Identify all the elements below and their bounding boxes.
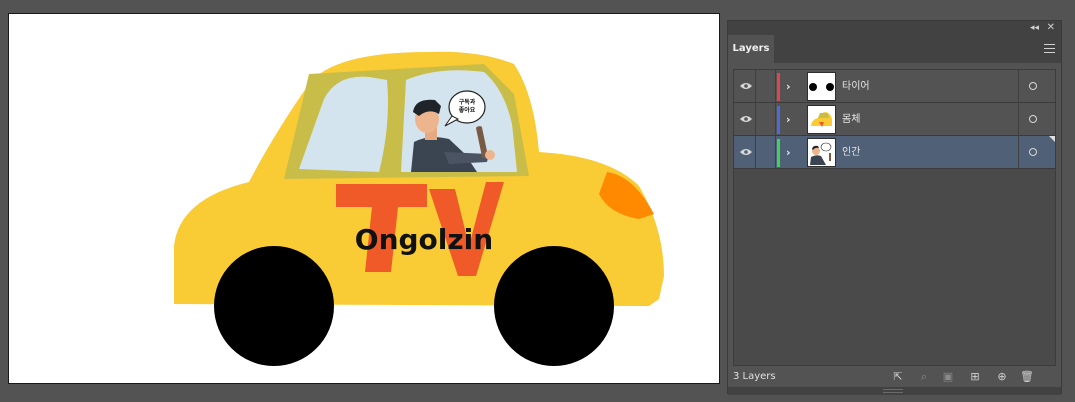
visibility-toggle[interactable] — [736, 70, 756, 103]
layer-thumbnail — [807, 72, 836, 101]
tab-layers[interactable]: Layers — [728, 35, 774, 63]
trash-icon[interactable]: 🗑 — [1020, 370, 1034, 384]
new-sublayer-icon[interactable]: ⊞ — [968, 370, 982, 384]
new-layer-icon[interactable]: ⊕ — [995, 370, 1009, 384]
layer-list: › 타이어 › 몸체 › 인간 — [733, 69, 1056, 366]
selection-corner-marker — [1049, 136, 1055, 142]
eye-icon — [740, 83, 752, 89]
speech-bubble-text: 구독과 — [459, 98, 476, 106]
chevron-right-icon[interactable]: › — [786, 103, 791, 136]
search-icon[interactable]: ⌕ — [917, 370, 931, 384]
visibility-toggle[interactable] — [736, 103, 756, 136]
lock-toggle[interactable] — [756, 103, 776, 136]
layer-row-human[interactable]: › 인간 — [734, 136, 1055, 169]
layer-color-bar — [777, 139, 780, 167]
panel-footer: 3 Layers ⇱ ⌕ ▣ ⊞ ⊕ 🗑 — [728, 367, 1061, 387]
layer-name[interactable]: 인간 — [842, 136, 860, 169]
export-icon[interactable]: ⇱ — [891, 370, 905, 384]
layer-color-bar — [777, 106, 780, 134]
double-chevron-left-icon[interactable]: ◂◂ — [1030, 21, 1039, 35]
eye-icon — [740, 149, 752, 155]
target-circle-icon[interactable] — [1018, 103, 1056, 136]
visibility-toggle[interactable] — [736, 136, 756, 169]
car-text: Ongolzin — [355, 223, 493, 256]
speech-bubble-text-2: 좋아요 — [459, 106, 476, 114]
rear-wheel — [494, 246, 614, 366]
close-icon[interactable]: ✕ — [1047, 21, 1055, 35]
layer-thumbnail — [807, 138, 836, 167]
front-wheel — [214, 246, 334, 366]
hamburger-menu-icon[interactable] — [1044, 44, 1055, 54]
layer-count: 3 Layers — [733, 371, 776, 382]
panel-titlebar: ◂◂ ✕ — [728, 21, 1061, 35]
clipping-mask-icon[interactable]: ▣ — [941, 370, 955, 384]
layer-row-tire[interactable]: › 타이어 — [734, 70, 1055, 103]
lock-toggle[interactable] — [756, 70, 776, 103]
resize-grip[interactable] — [728, 387, 1061, 395]
eye-icon — [740, 116, 752, 122]
lock-toggle[interactable] — [756, 136, 776, 169]
layer-name[interactable]: 타이어 — [842, 70, 870, 103]
chevron-right-icon[interactable]: › — [786, 70, 791, 103]
chevron-right-icon[interactable]: › — [786, 136, 791, 169]
layers-panel: ◂◂ ✕ Layers › 타이어 › 몸체 › 인간 3 Layers ⇱ ⌕… — [727, 20, 1062, 395]
layer-row-body[interactable]: › 몸체 — [734, 103, 1055, 136]
panel-tabbar: Layers — [728, 35, 1061, 63]
layer-thumbnail — [807, 105, 836, 134]
layer-color-bar — [777, 73, 780, 101]
layer-name[interactable]: 몸체 — [842, 103, 860, 136]
artboard-canvas[interactable]: Ongolzin 구독과 좋아요 — [8, 13, 720, 384]
target-circle-icon[interactable] — [1018, 70, 1056, 103]
